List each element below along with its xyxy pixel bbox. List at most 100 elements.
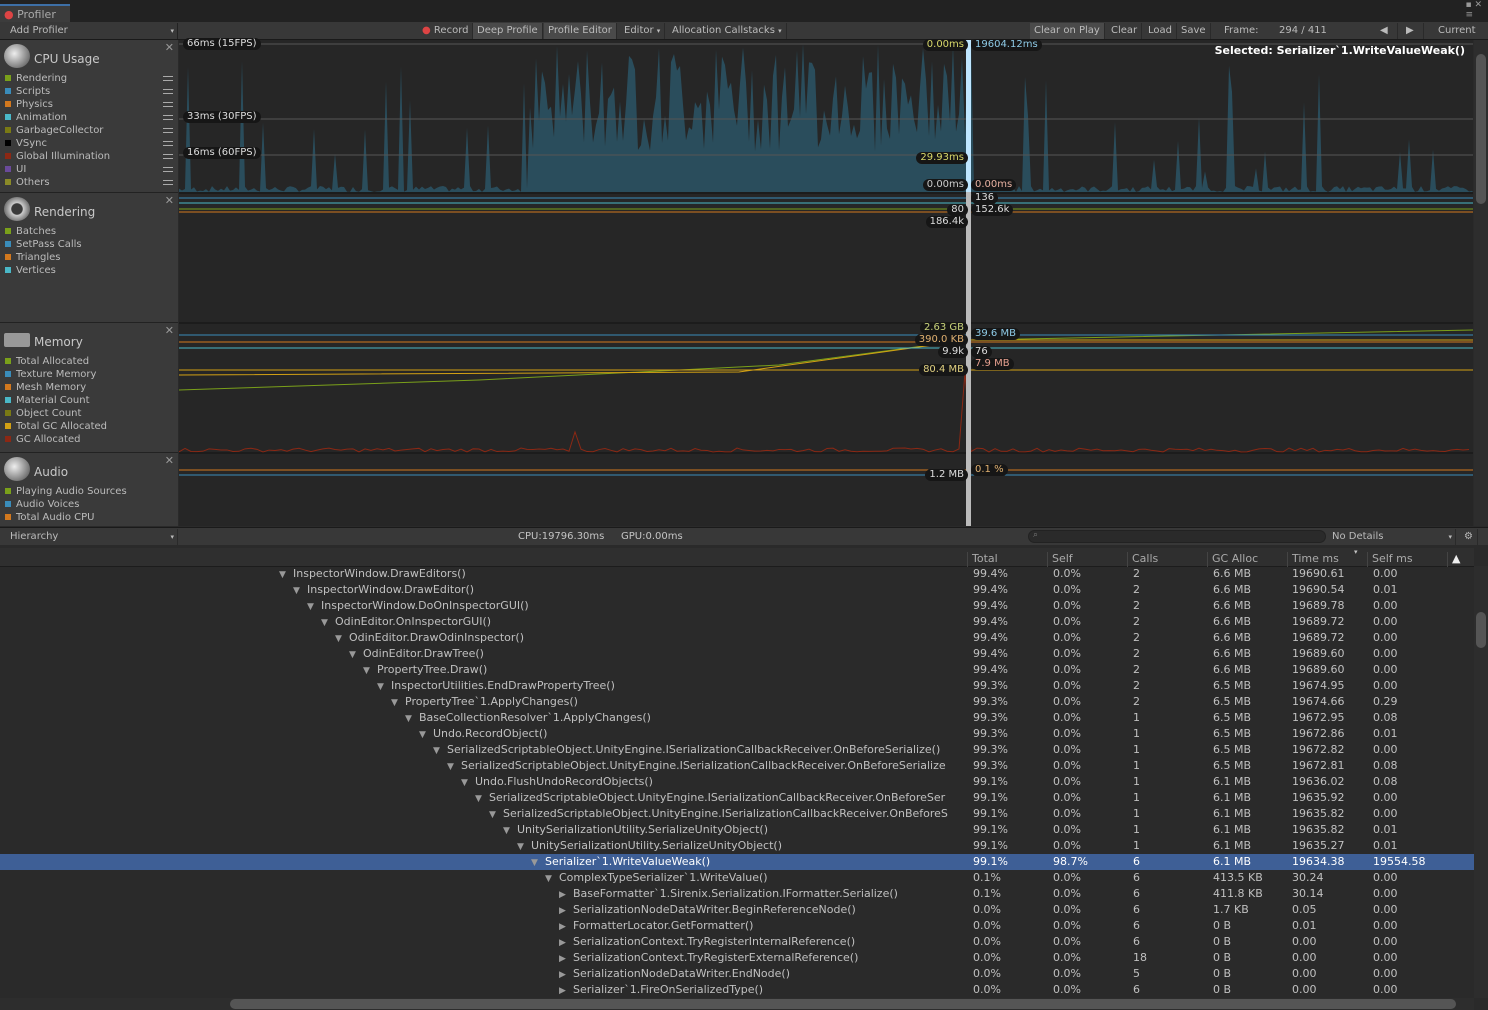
save-button[interactable]: Save [1177, 23, 1211, 39]
collapsed-arrow-icon[interactable]: ▶ [559, 935, 573, 951]
load-button[interactable]: Load [1144, 23, 1177, 39]
collapsed-arrow-icon[interactable]: ▶ [559, 967, 573, 983]
clear-button[interactable]: Clear [1107, 23, 1143, 39]
close-icon[interactable]: ✕ [165, 194, 174, 207]
editor-dropdown[interactable]: Editor ▾ [620, 23, 666, 39]
collapsed-arrow-icon[interactable]: ▶ [559, 919, 573, 935]
details-dropdown[interactable]: No Details ▾ [1328, 529, 1456, 545]
legend-item[interactable]: VSync [5, 137, 173, 150]
expanded-arrow-icon[interactable]: ▼ [461, 775, 475, 791]
table-row[interactable]: ▼ InspectorWindow.DrawEditors() 99.4% 0.0% 2… [0, 566, 1474, 582]
legend-item[interactable]: Physics [5, 98, 173, 111]
drag-handle-icon[interactable] [163, 141, 173, 146]
allocation-callstacks-dropdown[interactable]: Allocation Callstacks ▾ [668, 23, 787, 39]
legend-item[interactable]: GC Allocated [5, 433, 80, 446]
legend-item[interactable]: Animation [5, 111, 173, 124]
expanded-arrow-icon[interactable]: ▼ [377, 679, 391, 695]
expanded-arrow-icon[interactable]: ▼ [433, 743, 447, 759]
drag-handle-icon[interactable] [163, 89, 173, 94]
expanded-arrow-icon[interactable]: ▼ [307, 599, 321, 615]
legend-item[interactable]: Batches [5, 225, 56, 238]
table-row[interactable]: ▼ Serializer`1.WriteValueWeak() 99.1% 98.7%… [0, 854, 1474, 870]
close-icon[interactable]: ✕ [165, 41, 174, 54]
expanded-arrow-icon[interactable]: ▼ [489, 807, 503, 823]
table-row[interactable]: ▼ OdinEditor.DrawTree() 99.4% 0.0% 2 6.6 MB 19… [0, 646, 1474, 662]
table-row[interactable]: ▼ InspectorWindow.DoOnInspectorGUI() 99.4%… [0, 598, 1474, 614]
hierarchy-horizontal-scrollbar[interactable] [0, 998, 1474, 1010]
table-row[interactable]: ▼ Undo.RecordObject() 99.3% 0.0% 1 6.5 MB 1967… [0, 726, 1474, 742]
table-row[interactable]: ▶ BaseFormatter`1.Sirenix.Serialization.I… [0, 886, 1474, 902]
column-gc-alloc[interactable]: GC Alloc [1207, 552, 1258, 567]
table-row[interactable]: ▼ PropertyTree`1.ApplyChanges() 99.3% 0.0% 2… [0, 694, 1474, 710]
close-icon[interactable]: ✕ [165, 454, 174, 467]
collapsed-arrow-icon[interactable]: ▶ [559, 983, 573, 998]
legend-item[interactable]: Playing Audio Sources [5, 485, 127, 498]
prev-frame-button[interactable]: ◀ [1376, 23, 1398, 39]
expanded-arrow-icon[interactable]: ▼ [531, 855, 545, 871]
tab-profiler[interactable]: ● Profiler [0, 4, 70, 22]
drag-handle-icon[interactable] [163, 180, 173, 185]
legend-item[interactable]: Total Audio CPU [5, 511, 94, 524]
table-row[interactable]: ▼ ComplexTypeSerializer`1.WriteValue() 0.1… [0, 870, 1474, 886]
table-row[interactable]: ▼ BaseCollectionResolver`1.ApplyChanges()… [0, 710, 1474, 726]
legend-item[interactable]: Total GC Allocated [5, 420, 107, 433]
table-row[interactable]: ▼ InspectorUtilities.EndDrawPropertyTree(… [0, 678, 1474, 694]
expanded-arrow-icon[interactable]: ▼ [503, 823, 517, 839]
legend-item[interactable]: SetPass Calls [5, 238, 82, 251]
legend-item[interactable]: Others [5, 176, 173, 189]
legend-item[interactable]: Audio Voices [5, 498, 79, 511]
table-row[interactable]: ▼ UnitySerializationUtility.SerializeUnit… [0, 822, 1474, 838]
drag-handle-icon[interactable] [163, 76, 173, 81]
drag-handle-icon[interactable] [163, 115, 173, 120]
collapsed-arrow-icon[interactable]: ▶ [559, 951, 573, 967]
view-dropdown[interactable]: Hierarchy ▾ [0, 529, 178, 545]
legend-item[interactable]: Material Count [5, 394, 90, 407]
table-row[interactable]: ▼ InspectorWindow.DrawEditor() 99.4% 0.0% 2 6… [0, 582, 1474, 598]
table-row[interactable]: ▼ UnitySerializationUtility.SerializeUnit… [0, 838, 1474, 854]
expanded-arrow-icon[interactable]: ▼ [545, 871, 559, 887]
clear-on-play-button[interactable]: Clear on Play [1030, 23, 1105, 39]
expanded-arrow-icon[interactable]: ▼ [419, 727, 433, 743]
collapsed-arrow-icon[interactable]: ▶ [559, 887, 573, 903]
table-row[interactable]: ▼ SerializedScriptableObject.UnityEngine.… [0, 758, 1474, 774]
table-row[interactable]: ▶ SerializationNodeDataWriter.EndNode() 0.… [0, 966, 1474, 982]
drag-handle-icon[interactable] [163, 128, 173, 133]
deep-profile-button[interactable]: Deep Profile [473, 23, 543, 39]
gear-icon[interactable]: ⚙ [1460, 529, 1478, 545]
collapsed-arrow-icon[interactable]: ▶ [559, 903, 573, 919]
legend-item[interactable]: Scripts [5, 85, 173, 98]
expanded-arrow-icon[interactable]: ▼ [321, 615, 335, 631]
table-row[interactable]: ▼ Undo.FlushUndoRecordObjects() 99.1% 0.0% 1… [0, 774, 1474, 790]
expanded-arrow-icon[interactable]: ▼ [293, 583, 307, 599]
expanded-arrow-icon[interactable]: ▼ [363, 663, 377, 679]
expanded-arrow-icon[interactable]: ▼ [405, 711, 419, 727]
legend-item[interactable]: Total Allocated [5, 355, 89, 368]
table-row[interactable]: ▶ FormatterLocator.GetFormatter() 0.0% 0.0%… [0, 918, 1474, 934]
table-row[interactable]: ▼ SerializedScriptableObject.UnityEngine.… [0, 742, 1474, 758]
table-row[interactable]: ▶ SerializationContext.TryRegisterInterna… [0, 934, 1474, 950]
legend-item[interactable]: UI [5, 163, 173, 176]
drag-handle-icon[interactable] [163, 167, 173, 172]
drag-handle-icon[interactable] [163, 102, 173, 107]
legend-item[interactable]: Triangles [5, 251, 60, 264]
expanded-arrow-icon[interactable]: ▼ [391, 695, 405, 711]
profile-editor-button[interactable]: Profile Editor [544, 23, 617, 39]
column-calls[interactable]: Calls [1127, 552, 1158, 567]
search-input[interactable] [1028, 530, 1326, 543]
drag-handle-icon[interactable] [163, 154, 173, 159]
record-button[interactable]: ● Record [418, 23, 474, 39]
table-row[interactable]: ▼ SerializedScriptableObject.UnityEngine.… [0, 806, 1474, 822]
table-row[interactable]: ▼ OdinEditor.DrawOdinInspector() 99.4% 0.0%… [0, 630, 1474, 646]
add-profiler-dropdown[interactable]: Add Profiler ▾ [0, 23, 178, 39]
legend-item[interactable]: GarbageCollector [5, 124, 173, 137]
column-total[interactable]: Total [967, 552, 998, 567]
column-self-ms[interactable]: Self ms [1367, 552, 1413, 567]
table-row[interactable]: ▼ SerializedScriptableObject.UnityEngine.… [0, 790, 1474, 806]
expanded-arrow-icon[interactable]: ▼ [447, 759, 461, 775]
legend-item[interactable]: Vertices [5, 264, 56, 277]
hierarchy-scrollbar[interactable] [1474, 566, 1488, 998]
column-time-ms[interactable]: Time ms [1287, 552, 1339, 567]
table-row[interactable]: ▶ SerializationNodeDataWriter.BeginRefere… [0, 902, 1474, 918]
expanded-arrow-icon[interactable]: ▼ [517, 839, 531, 855]
expanded-arrow-icon[interactable]: ▼ [349, 647, 363, 663]
